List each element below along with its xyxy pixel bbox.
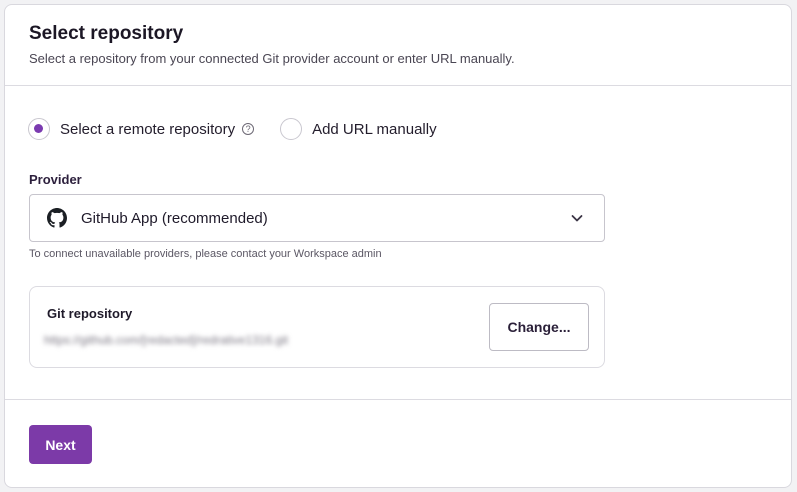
provider-select[interactable]: GitHub App (recommended) bbox=[29, 194, 605, 242]
page-subtitle: Select a repository from your connected … bbox=[29, 51, 515, 66]
git-repository-url: https://github.com/[redacted]/redrative1… bbox=[44, 333, 289, 347]
repository-source-radio-group: Select a remote repository ? Add URL man… bbox=[28, 117, 437, 141]
chevron-down-icon bbox=[571, 215, 583, 222]
footer-divider bbox=[5, 399, 791, 400]
git-repository-label: Git repository bbox=[47, 306, 133, 321]
select-repository-card: Select repository Select a repository fr… bbox=[4, 4, 792, 488]
radio-add-url-manually[interactable] bbox=[280, 118, 303, 140]
radio-option-add-url-manually[interactable]: Add URL manually bbox=[280, 118, 437, 140]
page-title: Select repository bbox=[29, 23, 184, 44]
git-repository-box: Git repository https://github.com/[redac… bbox=[29, 286, 605, 368]
provider-selected-value: GitHub App (recommended) bbox=[81, 209, 268, 227]
radio-label-add-url-manually: Add URL manually bbox=[312, 120, 437, 138]
radio-remote-repository[interactable] bbox=[28, 118, 50, 140]
radio-label-remote-repository: Select a remote repository bbox=[60, 120, 236, 138]
next-button[interactable]: Next bbox=[29, 425, 92, 464]
card-header: Select repository Select a repository fr… bbox=[5, 5, 791, 86]
change-repository-button[interactable]: Change... bbox=[489, 303, 589, 351]
radio-option-remote-repository[interactable]: Select a remote repository ? bbox=[28, 118, 255, 140]
github-icon bbox=[47, 208, 67, 228]
provider-hint: To connect unavailable providers, please… bbox=[29, 248, 382, 260]
provider-label: Provider bbox=[29, 172, 82, 187]
help-icon[interactable]: ? bbox=[242, 123, 255, 135]
